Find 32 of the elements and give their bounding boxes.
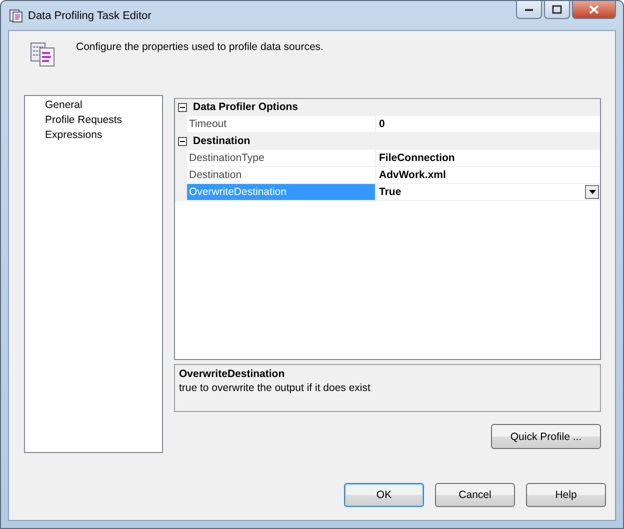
page-item[interactable]: Expressions	[45, 128, 102, 143]
collapse-icon[interactable]	[178, 102, 187, 112]
document-icon	[9, 8, 23, 22]
data-profile-icon	[30, 41, 56, 67]
dialog-button[interactable]: Cancel	[435, 483, 515, 507]
property-value: AdvWork.xml	[379, 169, 446, 181]
dialog-button[interactable]: OK	[344, 483, 424, 507]
property-name[interactable]: Destination	[187, 167, 376, 183]
minimize-icon	[524, 8, 534, 12]
property-value: FileConnection	[379, 152, 455, 164]
description-title: OverwriteDestination	[179, 367, 286, 381]
collapse-icon[interactable]	[178, 136, 187, 146]
caret-icon	[588, 190, 596, 194]
property-name[interactable]: DestinationType	[187, 150, 376, 166]
minimize-button[interactable]	[516, 1, 542, 19]
category-label: Destination	[193, 135, 250, 147]
dropdown-button[interactable]	[585, 185, 599, 199]
description-text: true to overwrite the output if it does exist	[179, 381, 372, 396]
dialog-button[interactable]: Help	[526, 483, 606, 507]
window-title: Data Profiling Task Editor	[28, 10, 152, 22]
property-value: True	[379, 186, 402, 198]
quick-profile-button[interactable]: Quick Profile ...	[491, 424, 601, 449]
page-item[interactable]: General	[45, 98, 82, 113]
header-description: Configure the properties used to profile data sources.	[76, 41, 324, 53]
category-label: Data Profiler Options	[193, 101, 298, 113]
property-value: 0	[379, 118, 385, 130]
property-name[interactable]: Timeout	[187, 116, 376, 132]
close-icon	[589, 5, 599, 14]
close-button[interactable]	[572, 1, 616, 19]
maximize-button[interactable]	[544, 1, 570, 19]
maximize-icon	[552, 5, 562, 14]
page-item[interactable]: Profile Requests	[45, 113, 122, 128]
